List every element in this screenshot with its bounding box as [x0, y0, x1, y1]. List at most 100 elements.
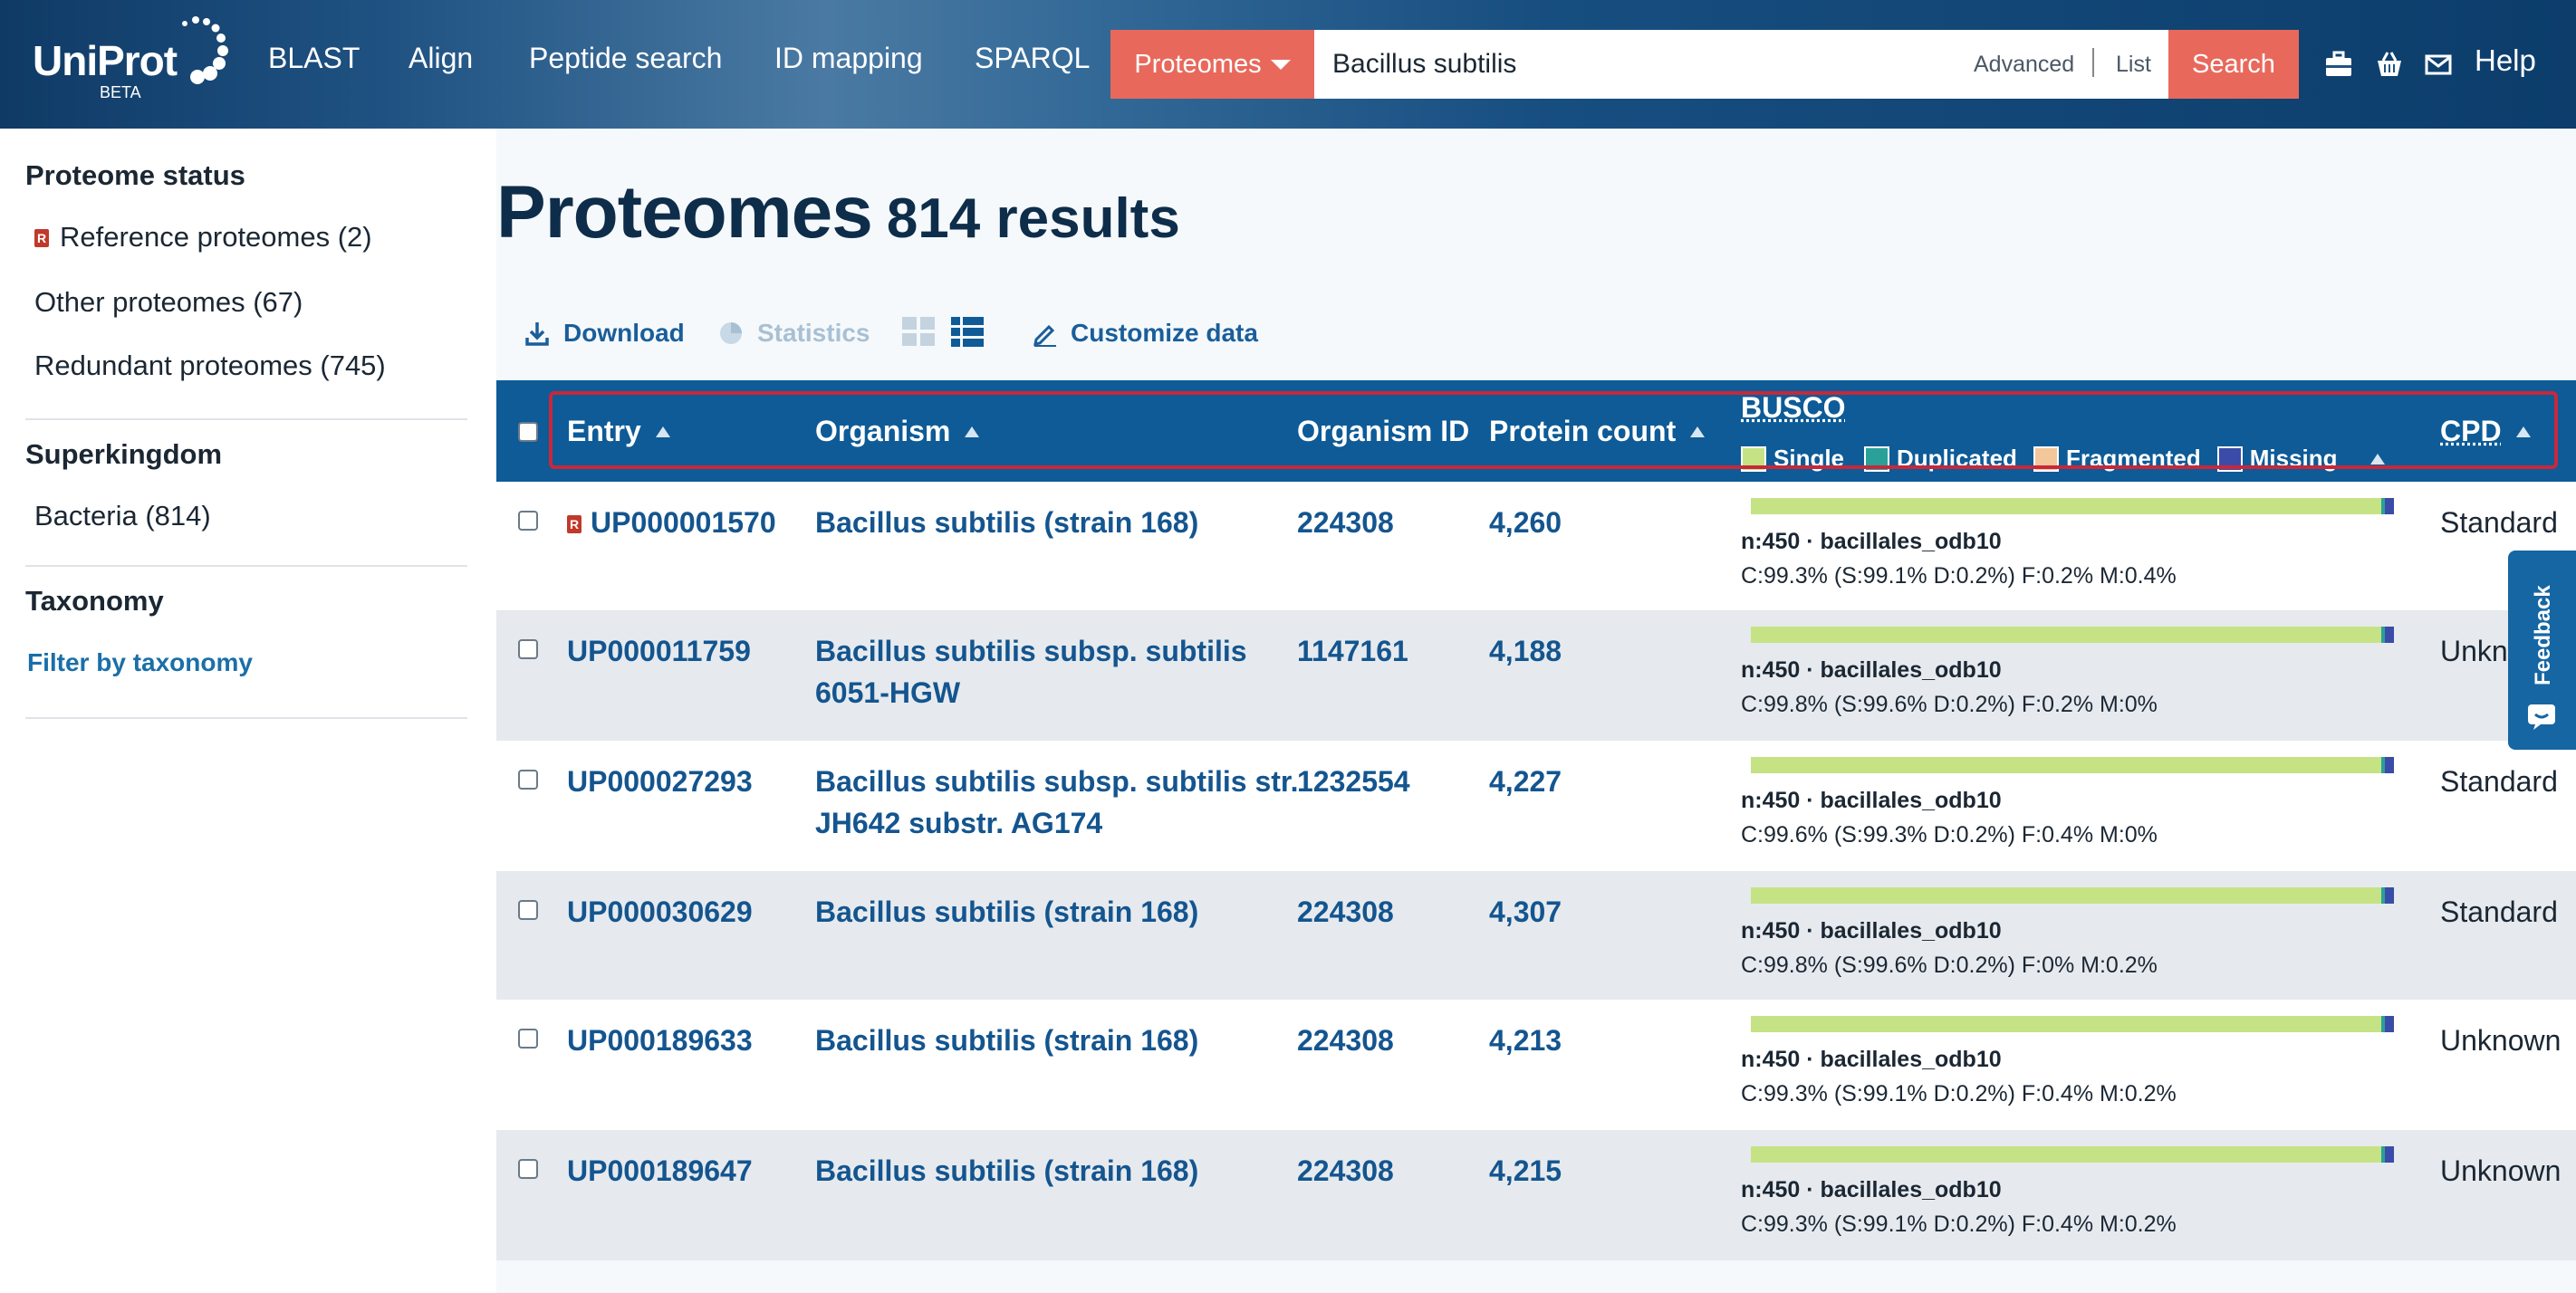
customize-data-button[interactable]: Customize data: [1031, 319, 1258, 348]
organism-id-link[interactable]: 1147161: [1297, 630, 1408, 672]
chat-bubble-icon: [2528, 704, 2555, 730]
entry-cell: UP000011759: [567, 630, 751, 672]
organism-id-link[interactable]: 224308: [1297, 502, 1394, 543]
protein-count-link[interactable]: 4,307: [1489, 891, 1562, 933]
organism-link[interactable]: Bacillus subtilis (strain 168): [815, 1150, 1198, 1192]
row-checkbox[interactable]: [518, 1159, 538, 1179]
download-button[interactable]: Download: [524, 319, 685, 348]
busco-bar: [1751, 1146, 2394, 1163]
table-view-icon[interactable]: [949, 315, 985, 348]
busco-stats: C:99.8% (S:99.6% D:0.2%) F:0% M:0.2%: [1741, 953, 2158, 978]
busco-stats: C:99.3% (S:99.1% D:0.2%) F:0.2% M:0.4%: [1741, 563, 2177, 589]
cpd-status: Unknown: [2440, 1024, 2562, 1057]
feedback-tab[interactable]: Feedback: [2508, 551, 2576, 750]
organism-cell: Bacillus subtilis (strain 168): [815, 1150, 1198, 1192]
card-view-icon[interactable]: [900, 315, 937, 348]
row-checkbox[interactable]: [518, 511, 538, 531]
select-all-checkbox[interactable]: [518, 422, 538, 442]
nav-peptide-search[interactable]: Peptide search: [529, 42, 722, 75]
filter-redundant-proteomes[interactable]: Redundant proteomes (745): [34, 350, 386, 382]
sidebar-divider: [25, 717, 467, 719]
organism-link[interactable]: Bacillus subtilis subsp. subtilis: [815, 630, 1247, 672]
organism-link[interactable]: Bacillus subtilis subsp. subtilis str.: [815, 761, 1298, 802]
statistics-button[interactable]: Statistics: [717, 319, 870, 348]
filter-by-taxonomy-link[interactable]: Filter by taxonomy: [27, 648, 253, 677]
download-label: Download: [563, 319, 685, 347]
entry-cell: UP000189647: [567, 1150, 753, 1192]
protein-count-link[interactable]: 4,213: [1489, 1020, 1562, 1061]
table-row: UP000030629 Bacillus subtilis (strain 168…: [496, 871, 2576, 1001]
filter-reference-proteomes[interactable]: R Reference proteomes (2): [34, 221, 372, 254]
list-search-link[interactable]: List: [2116, 52, 2151, 78]
table-row: UP000189647 Bacillus subtilis (strain 168…: [496, 1130, 2576, 1260]
toolkit-icon[interactable]: [2324, 51, 2353, 78]
reference-proteome-icon: R: [567, 515, 582, 533]
nav-blast[interactable]: BLAST: [268, 42, 360, 75]
nav-id-mapping[interactable]: ID mapping: [774, 42, 923, 75]
feedback-label: Feedback: [2531, 585, 2555, 685]
logo-text: UniProt: [33, 37, 178, 84]
organism-cell: Bacillus subtilis subsp. subtilis str. JH…: [815, 761, 1298, 844]
logo-dots-icon: [182, 16, 228, 84]
organism-cell: Bacillus subtilis subsp. subtilis 6051-HG…: [815, 630, 1247, 714]
busco-stats: C:99.6% (S:99.3% D:0.2%) F:0.4% M:0%: [1741, 822, 2158, 848]
protein-count-link[interactable]: 4,188: [1489, 630, 1562, 672]
uniprot-logo[interactable]: UniProt BETA: [33, 16, 241, 109]
busco-lineage: n:450 · bacillales_odb10: [1741, 657, 2002, 683]
busco-bar-missing: [2385, 1146, 2394, 1163]
busco-lineage: n:450 · bacillales_odb10: [1741, 529, 2002, 554]
reference-proteome-icon: R: [34, 229, 49, 247]
organism-id-link[interactable]: 224308: [1297, 1020, 1394, 1061]
filter-sidebar: Proteome status R Reference proteomes (2)…: [0, 129, 496, 1293]
table-row: UP000011759 Bacillus subtilis subsp. subt…: [496, 610, 2576, 741]
customize-data-label: Customize data: [1071, 319, 1258, 347]
entry-link[interactable]: UP000189633: [567, 1024, 753, 1057]
taxonomy-heading: Taxonomy: [25, 585, 164, 617]
filter-bacteria[interactable]: Bacteria (814): [34, 500, 211, 532]
busco-bar: [1751, 887, 2394, 904]
organism-id-link[interactable]: 224308: [1297, 891, 1394, 933]
busco-bar: [1751, 757, 2394, 773]
organism-link[interactable]: Bacillus subtilis (strain 168): [815, 1020, 1198, 1061]
nav-align[interactable]: Align: [409, 42, 473, 75]
help-link[interactable]: Help: [2475, 43, 2536, 78]
busco-bar-missing: [2385, 1016, 2394, 1032]
busco-bar: [1751, 1016, 2394, 1032]
mail-icon[interactable]: [2424, 51, 2453, 78]
entry-link[interactable]: UP000011759: [567, 635, 751, 667]
pencil-icon: [1033, 324, 1056, 347]
advanced-search-link[interactable]: Advanced: [1974, 52, 2074, 78]
row-checkbox[interactable]: [518, 1029, 538, 1049]
nav-sparql[interactable]: SPARQL: [975, 42, 1090, 75]
entry-link[interactable]: UP000189647: [567, 1154, 753, 1187]
dataset-dropdown[interactable]: Proteomes: [1110, 30, 1314, 99]
table-row: UP000027293 Bacillus subtilis subsp. subt…: [496, 741, 2576, 871]
filter-other-proteomes[interactable]: Other proteomes (67): [34, 286, 303, 319]
busco-bar: [1751, 498, 2394, 514]
organism-link[interactable]: Bacillus subtilis (strain 168): [815, 891, 1198, 933]
busco-lineage: n:450 · bacillales_odb10: [1741, 788, 2002, 813]
organism-id-link[interactable]: 224308: [1297, 1150, 1394, 1192]
organism-link[interactable]: JH642 substr. AG174: [815, 802, 1298, 844]
busco-bar-missing: [2385, 498, 2394, 514]
busco-bar-missing: [2385, 627, 2394, 643]
statistics-label: Statistics: [757, 319, 870, 347]
page-title: Proteomes 814 results: [496, 170, 1180, 255]
basket-icon[interactable]: [2375, 51, 2404, 78]
organism-id-link[interactable]: 1232554: [1297, 761, 1410, 802]
row-checkbox[interactable]: [518, 639, 538, 659]
row-checkbox[interactable]: [518, 900, 538, 920]
organism-link[interactable]: 6051-HGW: [815, 672, 1247, 714]
search-button[interactable]: Search: [2168, 30, 2299, 99]
entry-link[interactable]: UP000030629: [567, 896, 753, 928]
cpd-status: Standard: [2440, 506, 2558, 539]
protein-count-link[interactable]: 4,260: [1489, 502, 1562, 543]
entry-link[interactable]: UP000001570: [591, 506, 776, 539]
search-input[interactable]: [1314, 30, 1985, 99]
row-checkbox[interactable]: [518, 770, 538, 790]
cpd-status: Standard: [2440, 896, 2558, 928]
organism-link[interactable]: Bacillus subtilis (strain 168): [815, 502, 1198, 543]
entry-link[interactable]: UP000027293: [567, 765, 753, 798]
protein-count-link[interactable]: 4,215: [1489, 1150, 1562, 1192]
protein-count-link[interactable]: 4,227: [1489, 761, 1562, 802]
